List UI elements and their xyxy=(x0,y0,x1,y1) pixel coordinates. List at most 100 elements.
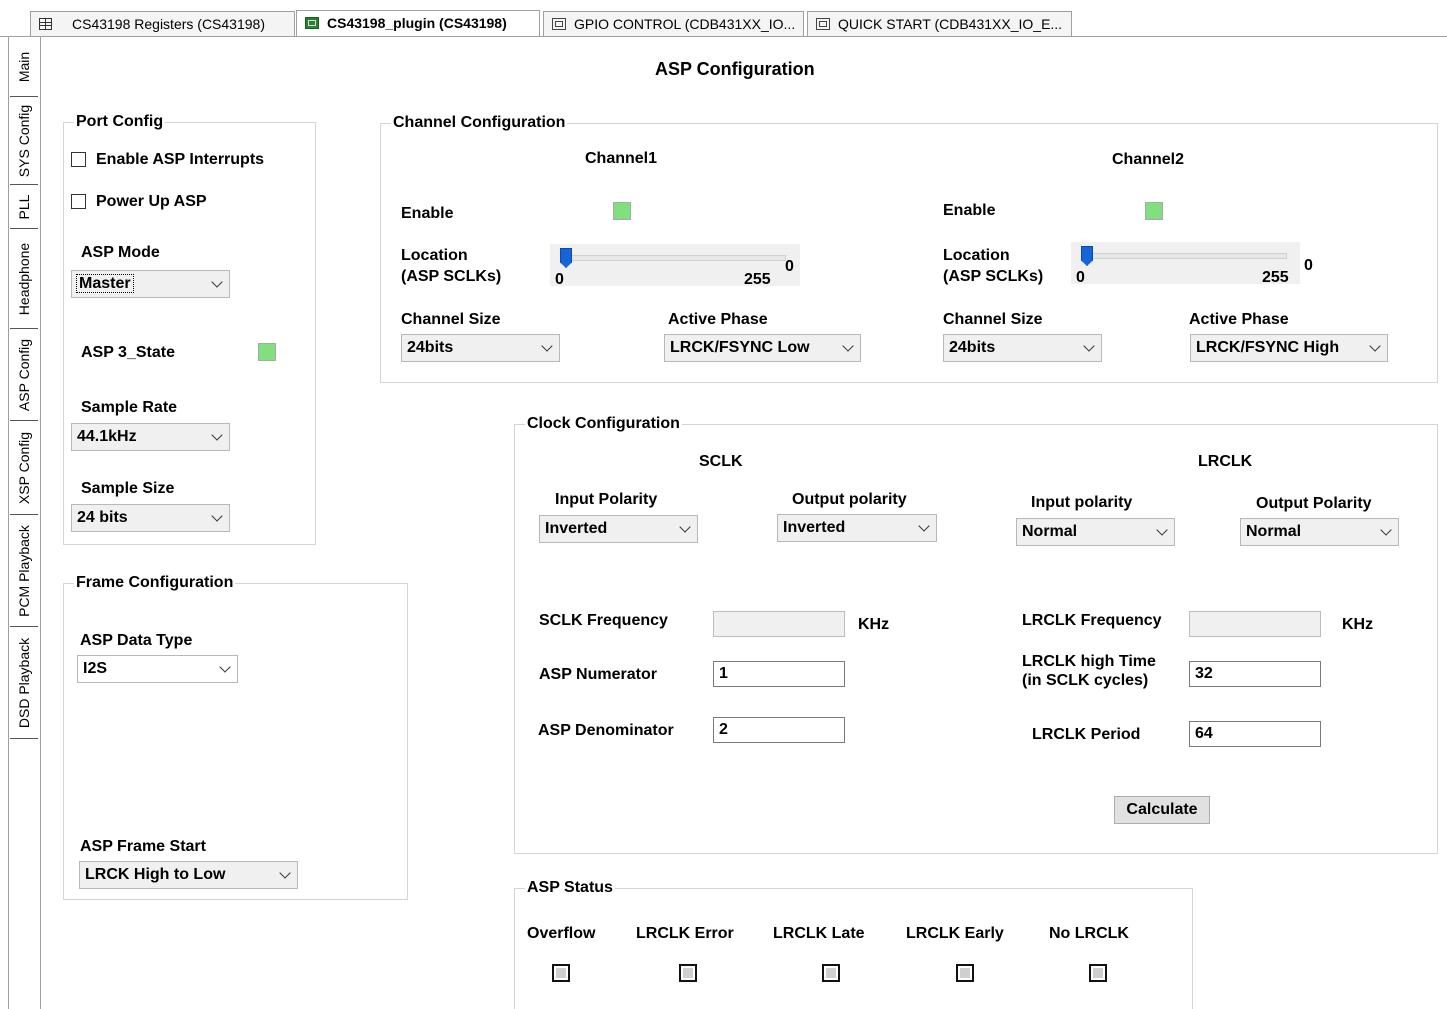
side-tab-label: Headphone xyxy=(16,242,32,315)
tab-cs43198-plugin[interactable]: CS43198_plugin (CS43198) xyxy=(296,10,540,37)
lrclk-error-indicator xyxy=(679,964,697,982)
sclk-output-polarity-select[interactable]: Inverted xyxy=(777,514,937,542)
side-tab-label: XSP Config xyxy=(16,431,32,504)
side-tab-pll[interactable]: PLL xyxy=(10,185,38,229)
sample-size-select[interactable]: 24 bits xyxy=(71,504,230,532)
channel2-phase-value: LRCK/FSYNC High xyxy=(1196,339,1340,356)
asp-denominator-field[interactable]: 2 xyxy=(713,717,845,743)
tab-label: CS43198_plugin (CS43198) xyxy=(327,15,507,31)
side-tab-strip: Main SYS Config PLL Headphone ASP Config… xyxy=(0,37,41,1009)
slider-max-label: 255 xyxy=(1262,269,1289,286)
group-title: Clock Configuration xyxy=(525,415,682,433)
lrclk-frequency-field[interactable] xyxy=(1189,611,1321,637)
channel1-phase-label: Active Phase xyxy=(668,311,768,328)
channel2-location-sublabel: (ASP SCLKs) xyxy=(943,268,1044,285)
chevron-down-icon xyxy=(918,520,930,532)
slider-thumb[interactable] xyxy=(1081,246,1093,266)
sample-rate-select[interactable]: 44.1kHz xyxy=(71,423,230,451)
channel1-location-value: 0 xyxy=(785,258,794,275)
sclk-frequency-field[interactable] xyxy=(713,611,845,637)
calculate-button[interactable]: Calculate xyxy=(1114,796,1210,824)
sclk-output-polarity-value: Inverted xyxy=(783,519,846,536)
sample-size-value: 24 bits xyxy=(77,509,128,526)
asp-3-state-indicator[interactable] xyxy=(258,343,276,361)
channel1-enable-label: Enable xyxy=(401,205,454,222)
sclk-title: SCLK xyxy=(699,453,743,470)
channel1-phase-select[interactable]: LRCK/FSYNC Low xyxy=(664,334,861,362)
tab-quick-start[interactable]: QUICK START (CDB431XX_IO_E... xyxy=(807,11,1072,36)
lrclk-high-time-field[interactable]: 32 xyxy=(1189,661,1321,687)
overflow-label: Overflow xyxy=(527,925,596,942)
sclk-frequency-label: SCLK Frequency xyxy=(539,612,668,629)
lrclk-high-time-sublabel: (in SCLK cycles) xyxy=(1022,672,1149,689)
group-title: Frame Configuration xyxy=(74,574,236,592)
lrclk-output-polarity-select[interactable]: Normal xyxy=(1240,518,1399,546)
enable-asp-interrupts-checkbox[interactable] xyxy=(71,152,86,167)
asp-numerator-field[interactable]: 1 xyxy=(713,661,845,687)
enable-asp-interrupts-label: Enable ASP Interrupts xyxy=(96,151,265,168)
slider-track xyxy=(564,255,786,261)
tab-label: QUICK START (CDB431XX_IO_E... xyxy=(838,16,1063,32)
side-tab-main[interactable]: Main xyxy=(10,37,38,97)
channel2-size-label: Channel Size xyxy=(943,311,1043,328)
channel1-phase-value: LRCK/FSYNC Low xyxy=(670,339,810,356)
asp-data-type-label: ASP Data Type xyxy=(80,632,193,649)
page-title: ASP Configuration xyxy=(655,59,815,79)
asp-data-type-value: I2S xyxy=(83,660,108,677)
channel1-title: Channel1 xyxy=(585,150,658,167)
channel1-size-value: 24bits xyxy=(407,339,454,356)
lrclk-input-polarity-select[interactable]: Normal xyxy=(1016,518,1175,546)
chevron-down-icon xyxy=(1156,524,1168,536)
side-tab-label: DSD Playback xyxy=(16,637,32,728)
lrclk-period-field[interactable]: 64 xyxy=(1189,721,1321,747)
lrclk-late-label: LRCLK Late xyxy=(773,925,865,942)
clock-config-group: Clock Configuration xyxy=(514,415,1438,854)
sclk-input-polarity-select[interactable]: Inverted xyxy=(539,515,698,543)
sample-rate-value: 44.1kHz xyxy=(77,428,137,445)
lrclk-frequency-label: LRCLK Frequency xyxy=(1022,612,1162,629)
channel1-size-select[interactable]: 24bits xyxy=(401,334,560,362)
slider-min-label: 0 xyxy=(555,271,564,288)
lrclk-input-polarity-value: Normal xyxy=(1022,523,1078,540)
chevron-down-icon xyxy=(1369,340,1381,352)
no-lrclk-label: No LRCLK xyxy=(1049,925,1129,942)
slider-thumb[interactable] xyxy=(560,248,572,268)
asp-3-state-label: ASP 3_State xyxy=(81,344,175,361)
power-up-asp-checkbox[interactable] xyxy=(71,194,86,209)
channel1-location-sublabel: (ASP SCLKs) xyxy=(401,268,502,285)
side-tab-asp-config[interactable]: ASP Config xyxy=(10,329,38,421)
side-tab-dsd-playback[interactable]: DSD Playback xyxy=(10,627,38,739)
channel2-phase-select[interactable]: LRCK/FSYNC High xyxy=(1190,334,1388,362)
channel2-enable-indicator[interactable] xyxy=(1145,202,1163,220)
document-tab-strip: CS43198 Registers (CS43198) CS43198_plug… xyxy=(0,0,1447,38)
sclk-input-polarity-label: Input Polarity xyxy=(555,491,658,508)
chevron-down-icon xyxy=(211,429,223,441)
asp-mode-select[interactable]: Master xyxy=(71,270,230,298)
asp-mode-label: ASP Mode xyxy=(81,244,160,261)
group-title: ASP Status xyxy=(525,879,615,897)
side-tab-headphone[interactable]: Headphone xyxy=(10,229,38,329)
side-tab-sys-config[interactable]: SYS Config xyxy=(10,97,38,185)
asp-frame-start-label: ASP Frame Start xyxy=(80,838,206,855)
tab-strip-divider xyxy=(0,36,1447,37)
channel1-location-slider[interactable]: 0 255 xyxy=(550,244,800,288)
side-tab-pcm-playback[interactable]: PCM Playback xyxy=(10,515,38,627)
lrclk-error-label: LRCLK Error xyxy=(636,925,734,942)
asp-frame-start-select[interactable]: LRCK High to Low xyxy=(79,861,298,889)
tab-gpio-control[interactable]: GPIO CONTROL (CDB431XX_IO... xyxy=(543,11,804,36)
channel2-location-slider[interactable]: 0 255 xyxy=(1071,242,1300,286)
asp-numerator-label: ASP Numerator xyxy=(539,666,657,683)
lrclk-output-polarity-label: Output Polarity xyxy=(1256,495,1372,512)
channel2-size-select[interactable]: 24bits xyxy=(943,334,1102,362)
asp-data-type-select[interactable]: I2S xyxy=(77,655,238,683)
slider-max-label: 255 xyxy=(744,271,771,288)
tab-cs43198-registers[interactable]: CS43198 Registers (CS43198) xyxy=(30,11,295,36)
group-title: Port Config xyxy=(74,113,166,131)
lrclk-early-indicator xyxy=(956,964,974,982)
channel2-size-value: 24bits xyxy=(949,339,996,356)
window-icon xyxy=(816,18,830,30)
group-title: Channel Configuration xyxy=(391,114,568,132)
side-tab-xsp-config[interactable]: XSP Config xyxy=(10,421,38,515)
channel1-enable-indicator[interactable] xyxy=(613,202,631,220)
asp-denominator-label: ASP Denominator xyxy=(538,722,674,739)
